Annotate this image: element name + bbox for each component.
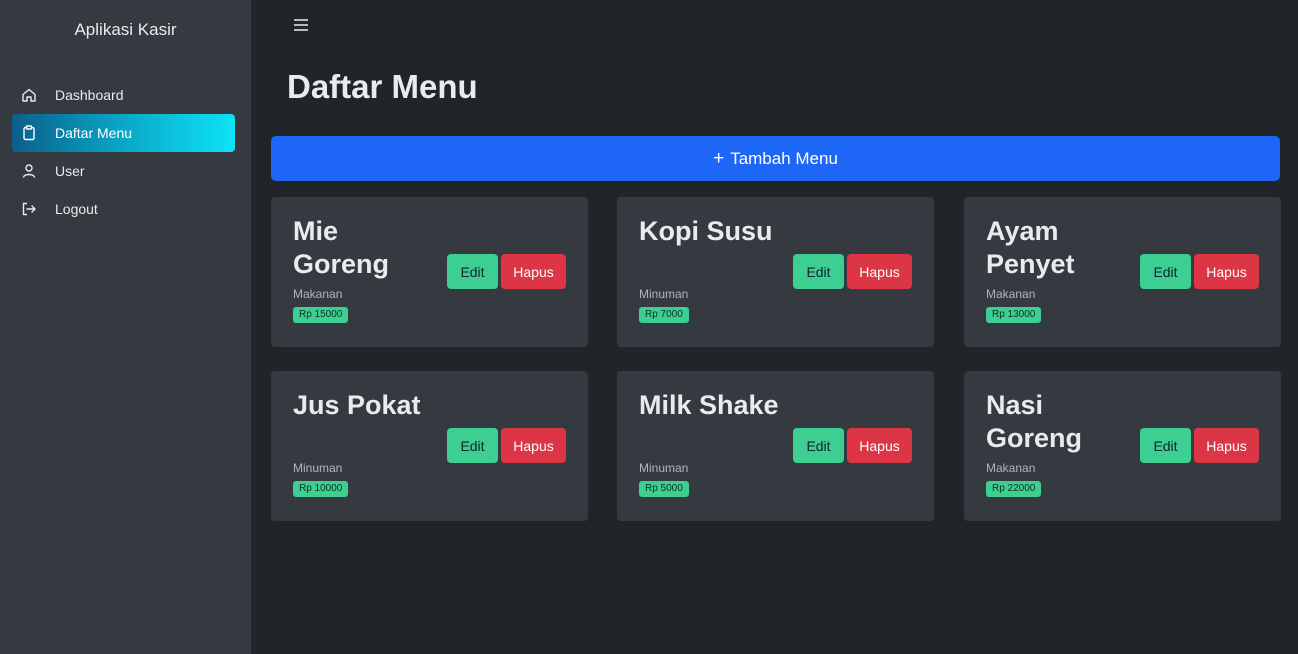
edit-button[interactable]: Edit (447, 254, 498, 289)
sidebar-item-label: User (55, 163, 85, 179)
menu-name: Milk Shake (639, 390, 779, 420)
add-menu-button[interactable]: + Tambah Menu (271, 136, 1280, 181)
menu-name: Jus Pokat (293, 390, 421, 420)
sidebar-item-label: Logout (55, 201, 98, 217)
menu-category: Minuman (293, 461, 343, 475)
price-badge: Rp 5000 (639, 481, 689, 497)
menu-category: Makanan (986, 287, 1036, 301)
menu-name: Mie Goreng (293, 216, 390, 279)
menu-category: Makanan (293, 287, 343, 301)
delete-button[interactable]: Hapus (1194, 428, 1259, 463)
price-badge: Rp 7000 (639, 307, 689, 323)
logout-icon (20, 200, 38, 218)
price-badge: Rp 13000 (986, 307, 1042, 323)
menu-category: Makanan (986, 461, 1036, 475)
sidebar: Aplikasi Kasir Dashboard Daftar Menu Use… (0, 0, 251, 654)
plus-icon: + (713, 147, 725, 169)
app-brand: Aplikasi Kasir (74, 20, 177, 39)
delete-button[interactable]: Hapus (501, 254, 566, 289)
menu-card: Mie Goreng Makanan Rp 15000 Edit Hapus (271, 197, 588, 347)
delete-button[interactable]: Hapus (847, 428, 912, 463)
edit-button[interactable]: Edit (793, 254, 844, 289)
delete-button[interactable]: Hapus (847, 254, 912, 289)
edit-button[interactable]: Edit (447, 428, 498, 463)
price-badge: Rp 15000 (293, 307, 349, 323)
edit-button[interactable]: Edit (1140, 254, 1191, 289)
add-menu-label: Tambah Menu (730, 148, 838, 168)
clipboard-icon (20, 124, 38, 142)
menu-card: Jus Pokat Minuman Rp 10000 Edit Hapus (271, 371, 588, 521)
menu-name: Nasi Goreng (986, 390, 1083, 453)
delete-button[interactable]: Hapus (501, 428, 566, 463)
edit-button[interactable]: Edit (793, 428, 844, 463)
price-badge: Rp 22000 (986, 481, 1042, 497)
menu-card: Kopi Susu Minuman Rp 7000 Edit Hapus (617, 197, 934, 347)
menu-card: Milk Shake Minuman Rp 5000 Edit Hapus (617, 371, 934, 521)
hamburger-icon[interactable] (292, 17, 310, 33)
menu-card: Nasi Goreng Makanan Rp 22000 Edit Hapus (964, 371, 1281, 521)
sidebar-item-dashboard[interactable]: Dashboard (12, 76, 235, 114)
menu-category: Minuman (639, 287, 689, 301)
edit-button[interactable]: Edit (1140, 428, 1191, 463)
sidebar-item-user[interactable]: User (12, 152, 235, 190)
menu-card: Ayam Penyet Makanan Rp 13000 Edit Hapus (964, 197, 1281, 347)
sidebar-item-logout[interactable]: Logout (12, 190, 235, 228)
sidebar-item-label: Daftar Menu (55, 125, 133, 141)
page-title: Daftar Menu (287, 68, 478, 105)
sidebar-item-label: Dashboard (55, 87, 124, 103)
sidebar-nav: Dashboard Daftar Menu User Logout (12, 76, 235, 228)
user-icon (20, 162, 38, 180)
home-icon (20, 86, 38, 104)
price-badge: Rp 10000 (293, 481, 349, 497)
menu-name: Ayam Penyet (986, 216, 1075, 279)
sidebar-item-daftar-menu[interactable]: Daftar Menu (12, 114, 235, 152)
menu-name: Kopi Susu (639, 216, 773, 246)
delete-button[interactable]: Hapus (1194, 254, 1259, 289)
menu-category: Minuman (639, 461, 689, 475)
